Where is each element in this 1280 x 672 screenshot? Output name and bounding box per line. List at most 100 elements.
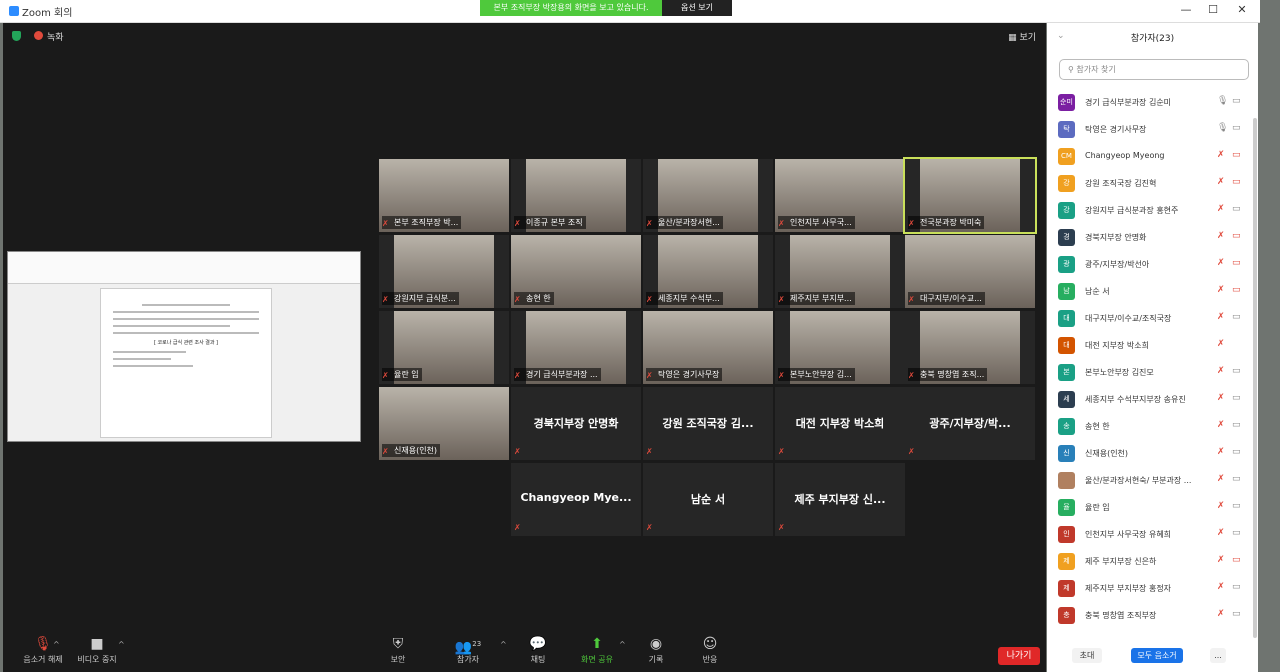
video-tile[interactable]: 이종규 본부 조직 ✗ (511, 159, 641, 232)
video-tile[interactable]: 인천지부 사무국... ✗ (775, 159, 905, 232)
participant-list-item[interactable]: CM Changyeop Myeong ✗ ▭ (1047, 143, 1252, 170)
video-camera-icon[interactable]: ▭ (1232, 582, 1241, 592)
encryption-shield-icon[interactable] (12, 31, 21, 41)
video-tile[interactable]: 광주/지부장/박... ✗ (905, 387, 1035, 460)
audio-options-caret[interactable]: ^ (53, 640, 60, 649)
participant-list-item[interactable]: 경 경북지부장 안명화 ✗ ▭ (1047, 224, 1252, 251)
security-button[interactable]: ⛨ 보안 (368, 634, 428, 665)
video-tile[interactable]: 율란 임 ✗ (379, 311, 509, 384)
participant-list-item[interactable]: 제 제주 부지부장 신은하 ✗ ▭ (1047, 548, 1252, 575)
muted-mic-icon[interactable]: ✗ (1217, 150, 1225, 160)
record-button[interactable]: ◉ 기록 (626, 634, 686, 665)
video-tile[interactable]: 경북지부장 안명화 ✗ (511, 387, 641, 460)
participant-list-item[interactable]: 강 강원지부 급식분과장 홍현주 ✗ ▭ (1047, 197, 1252, 224)
shared-screen[interactable]: [ 코로나 급식 관련 조사 결과 ] (7, 251, 361, 442)
participant-list-item[interactable]: 제 제주지부 부지부장 홍정자 ✗ ▭ (1047, 575, 1252, 602)
participant-list-item[interactable]: 탁 탁영은 경기사무장 🎙 ▭ (1047, 116, 1252, 143)
video-options-caret[interactable]: ^ (118, 640, 125, 649)
participant-list-item[interactable]: 본 본부노안부장 김진모 ✗ ▭ (1047, 359, 1252, 386)
video-tile[interactable]: 제주지부 부지부... ✗ (775, 235, 905, 308)
invite-button[interactable]: 초대 (1072, 648, 1102, 663)
video-tile[interactable]: 충북 명창엽 조직... ✗ (905, 311, 1035, 384)
muted-mic-icon[interactable]: ✗ (1217, 393, 1225, 403)
scrollbar[interactable] (1253, 118, 1257, 638)
minimize-button[interactable]: — (1176, 3, 1196, 16)
mic-icon[interactable]: 🎙 (1217, 123, 1228, 133)
video-off-icon[interactable]: ▭ (1232, 555, 1241, 565)
video-off-icon[interactable]: ▭ (1232, 285, 1241, 295)
video-tile[interactable]: Changyeop Mye... ✗ (511, 463, 641, 536)
video-tile[interactable]: 탁영은 경기사무장 ✗ (643, 311, 773, 384)
video-camera-icon[interactable]: ▭ (1232, 123, 1241, 133)
participant-list-item[interactable]: 세 세종지부 수석부지부장 송유진 ✗ ▭ (1047, 386, 1252, 413)
muted-mic-icon[interactable]: ✗ (1217, 609, 1225, 619)
video-tile[interactable]: 세종지부 수석부... ✗ (643, 235, 773, 308)
video-camera-icon[interactable]: ▭ (1232, 609, 1241, 619)
share-screen-button[interactable]: ⬆ 화면 공유 (567, 634, 627, 665)
video-tile[interactable]: 남순 서 ✗ (643, 463, 773, 536)
video-tile[interactable]: 대전 지부장 박소희 ✗ (775, 387, 905, 460)
share-options-caret[interactable]: ^ (619, 640, 626, 649)
view-button[interactable]: ▦ 보기 (1008, 30, 1036, 43)
muted-mic-icon[interactable]: ✗ (1217, 258, 1225, 268)
chat-button[interactable]: 💬 채팅 (508, 634, 568, 665)
mute-all-button[interactable]: 모두 음소거 (1131, 648, 1183, 663)
video-off-icon[interactable]: ▭ (1232, 231, 1241, 241)
participant-list-item[interactable]: 울산/분과장서현숙/ 부분과장 ... ✗ ▭ (1047, 467, 1252, 494)
participant-list-item[interactable]: 순미 경기 급식부분과장 김순미 🎙 ▭ (1047, 89, 1252, 116)
video-camera-icon[interactable]: ▭ (1232, 96, 1241, 106)
video-tile[interactable]: 신재용(인천) ✗ (379, 387, 509, 460)
muted-mic-icon[interactable]: ✗ (1217, 555, 1225, 565)
video-camera-icon[interactable]: ▭ (1232, 501, 1241, 511)
video-camera-icon[interactable]: ▭ (1232, 393, 1241, 403)
video-tile[interactable]: 송현 한 ✗ (511, 235, 641, 308)
participants-button[interactable]: 👥23 참가자 (438, 634, 498, 665)
participant-list-item[interactable]: 인 인천지부 사무국장 유혜희 ✗ ▭ (1047, 521, 1252, 548)
muted-mic-icon[interactable]: ✗ (1217, 447, 1225, 457)
muted-mic-icon[interactable]: ✗ (1217, 501, 1225, 511)
participant-list-item[interactable]: 강 강원 조직국장 김진혁 ✗ ▭ (1047, 170, 1252, 197)
participant-list-item[interactable]: 대 대전 지부장 박소희 ✗ (1047, 332, 1252, 359)
video-tile[interactable]: 본부노안부장 김... ✗ (775, 311, 905, 384)
video-camera-icon[interactable]: ▭ (1232, 420, 1241, 430)
muted-mic-icon[interactable]: ✗ (1217, 474, 1225, 484)
muted-mic-icon[interactable]: ✗ (1217, 231, 1225, 241)
muted-mic-icon[interactable]: ✗ (1217, 285, 1225, 295)
video-camera-icon[interactable]: ▭ (1232, 312, 1241, 322)
unmute-button[interactable]: 🎙 음소거 해제 (13, 634, 73, 665)
close-button[interactable]: ✕ (1232, 3, 1252, 16)
muted-mic-icon[interactable]: ✗ (1217, 528, 1225, 538)
muted-mic-icon[interactable]: ✗ (1217, 339, 1225, 349)
more-button[interactable]: ... (1210, 648, 1226, 663)
video-camera-icon[interactable]: ▭ (1232, 447, 1241, 457)
participant-list-item[interactable]: 충 충북 명창엽 조직부장 ✗ ▭ (1047, 602, 1252, 629)
video-camera-icon[interactable]: ▭ (1232, 528, 1241, 538)
muted-mic-icon[interactable]: ✗ (1217, 420, 1225, 430)
participant-list-item[interactable]: 남 남순 서 ✗ ▭ (1047, 278, 1252, 305)
video-tile[interactable]: 강원지부 급식분... ✗ (379, 235, 509, 308)
view-options-button[interactable]: 옵션 보기 (662, 0, 732, 16)
participant-search-input[interactable]: ⚲ 참가자 찾기 (1059, 59, 1249, 80)
muted-mic-icon[interactable]: ✗ (1217, 366, 1225, 376)
mic-icon[interactable]: 🎙 (1217, 96, 1228, 106)
participant-list-item[interactable]: 대 대구지부/이수교/조직국장 ✗ ▭ (1047, 305, 1252, 332)
video-off-icon[interactable]: ▭ (1232, 258, 1241, 268)
video-off-icon[interactable]: ▭ (1232, 150, 1241, 160)
maximize-button[interactable]: ☐ (1203, 3, 1223, 16)
video-tile[interactable]: 전국분과장 박미숙 ✗ (903, 157, 1037, 234)
video-tile[interactable]: 제주 부지부장 신... ✗ (775, 463, 905, 536)
participant-list-item[interactable]: 송 송현 한 ✗ ▭ (1047, 413, 1252, 440)
participant-list-item[interactable]: 광 광주/지부장/박선아 ✗ ▭ (1047, 251, 1252, 278)
reactions-button[interactable]: ☺ 반응 (680, 634, 740, 665)
muted-mic-icon[interactable]: ✗ (1217, 177, 1225, 187)
stop-video-button[interactable]: ■ 비디오 중지 (67, 634, 127, 665)
video-tile[interactable]: 울산/분과장서현... ✗ (643, 159, 773, 232)
video-tile[interactable]: 경기 급식부분과장 ... ✗ (511, 311, 641, 384)
video-tile[interactable]: 본부 조직부장 박... ✗ (379, 159, 509, 232)
video-tile[interactable]: 강원 조직국장 김... ✗ (643, 387, 773, 460)
muted-mic-icon[interactable]: ✗ (1217, 582, 1225, 592)
video-camera-icon[interactable]: ▭ (1232, 366, 1241, 376)
muted-mic-icon[interactable]: ✗ (1217, 312, 1225, 322)
video-off-icon[interactable]: ▭ (1232, 177, 1241, 187)
participant-list-item[interactable]: 율 율란 임 ✗ ▭ (1047, 494, 1252, 521)
